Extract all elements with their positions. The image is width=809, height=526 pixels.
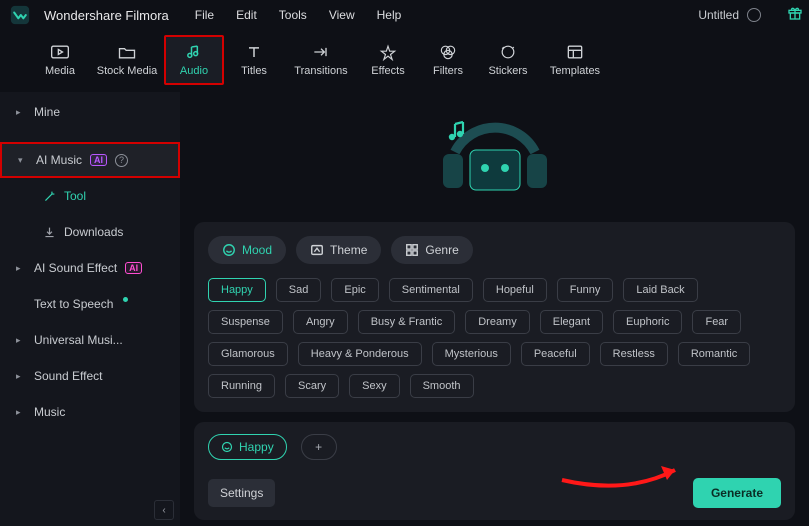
ai-badge-icon: AI (125, 262, 142, 274)
menu-view[interactable]: View (329, 8, 355, 22)
main-toolbar: Media Stock Media Audio Titles Transitio… (0, 30, 809, 92)
mood-chip-happy[interactable]: Happy (208, 278, 266, 302)
sidebar-item-mine[interactable]: ▸ Mine (0, 94, 180, 130)
menu-tools[interactable]: Tools (279, 8, 307, 22)
mood-chip-busy-frantic[interactable]: Busy & Frantic (358, 310, 456, 334)
chevron-right-icon: ▸ (16, 263, 26, 274)
mood-chip-sentimental[interactable]: Sentimental (389, 278, 473, 302)
selected-mood-tag[interactable]: Happy (208, 434, 287, 460)
category-tabs: Mood Theme Genre (208, 236, 781, 264)
toolbar-titles[interactable]: Titles (224, 35, 284, 85)
ai-badge-icon: AI (90, 154, 107, 166)
sidebar-item-text-to-speech[interactable]: Text to Speech (0, 286, 180, 322)
generate-panel: Happy + Settings Generate (194, 422, 795, 520)
mood-chip-epic[interactable]: Epic (331, 278, 378, 302)
toolbar-audio[interactable]: Audio (164, 35, 224, 85)
content-area: Mood Theme Genre Happy Sad Epic Sentimental… (180, 92, 809, 526)
mood-chip-smooth[interactable]: Smooth (410, 374, 474, 398)
sidebar-item-universal-music[interactable]: ▸ Universal Musi... (0, 322, 180, 358)
sidebar-item-downloads[interactable]: Downloads (0, 214, 180, 250)
tab-mood[interactable]: Mood (208, 236, 286, 264)
mood-chip-angry[interactable]: Angry (293, 310, 348, 334)
toolbar-stickers[interactable]: Stickers (478, 35, 538, 85)
chevron-right-icon: ▸ (16, 407, 26, 418)
mood-chip-sexy[interactable]: Sexy (349, 374, 399, 398)
toolbar-transitions[interactable]: Transitions (284, 35, 358, 85)
wand-icon (42, 189, 56, 203)
sidebar-item-ai-music[interactable]: ▾ AI Music AI ? (0, 142, 180, 178)
mood-chip-suspense[interactable]: Suspense (208, 310, 283, 334)
mood-chip-fear[interactable]: Fear (692, 310, 741, 334)
chevron-right-icon: ▸ (16, 371, 26, 382)
mood-chip-hopeful[interactable]: Hopeful (483, 278, 547, 302)
mood-chip-laid-back[interactable]: Laid Back (623, 278, 697, 302)
sidebar-item-tool[interactable]: Tool (0, 178, 180, 214)
mood-chip-romantic[interactable]: Romantic (678, 342, 750, 366)
toolbar-templates[interactable]: Templates (538, 35, 612, 85)
mood-chip-heavy-ponderous[interactable]: Heavy & Ponderous (298, 342, 422, 366)
download-icon (42, 225, 56, 239)
hero-illustration (180, 92, 809, 222)
sidebar: ▸ Mine ▾ AI Music AI ? Tool Downloads ▸ … (0, 92, 180, 526)
menu-file[interactable]: File (195, 8, 214, 22)
gift-icon[interactable] (787, 5, 803, 26)
generate-button[interactable]: Generate (693, 478, 781, 508)
mood-chip-peaceful[interactable]: Peaceful (521, 342, 590, 366)
toolbar-stock-media[interactable]: Stock Media (90, 35, 164, 85)
sidebar-item-music[interactable]: ▸ Music (0, 394, 180, 430)
mood-chip-funny[interactable]: Funny (557, 278, 614, 302)
toolbar-effects[interactable]: Effects (358, 35, 418, 85)
title-bar: Wondershare Filmora File Edit Tools View… (0, 0, 809, 30)
toolbar-filters[interactable]: Filters (418, 35, 478, 85)
help-icon[interactable]: ? (115, 154, 128, 167)
mood-chip-glamorous[interactable]: Glamorous (208, 342, 288, 366)
tab-theme[interactable]: Theme (296, 236, 381, 264)
tab-genre[interactable]: Genre (391, 236, 472, 264)
mood-chip-euphoric[interactable]: Euphoric (613, 310, 682, 334)
mood-chip-sad[interactable]: Sad (276, 278, 322, 302)
menu-edit[interactable]: Edit (236, 8, 257, 22)
mood-panel: Mood Theme Genre Happy Sad Epic Sentimental… (194, 222, 795, 412)
chevron-right-icon: ▸ (16, 335, 26, 346)
mood-chip-scary[interactable]: Scary (285, 374, 339, 398)
chevron-right-icon: ▸ (16, 107, 26, 118)
sidebar-item-ai-sound-effect[interactable]: ▸ AI Sound Effect AI (0, 250, 180, 286)
menu-bar: File Edit Tools View Help (195, 8, 402, 22)
logo-icon (10, 5, 30, 25)
app-name-label: Wondershare Filmora (44, 8, 169, 23)
sidebar-item-sound-effect[interactable]: ▸ Sound Effect (0, 358, 180, 394)
toolbar-media[interactable]: Media (30, 35, 90, 85)
cloud-sync-icon[interactable] (747, 8, 761, 22)
mood-chip-restless[interactable]: Restless (600, 342, 668, 366)
mood-chip-elegant[interactable]: Elegant (540, 310, 603, 334)
sidebar-collapse-button[interactable]: ‹ (154, 500, 174, 520)
chevron-down-icon: ▾ (18, 155, 28, 166)
mood-chips: Happy Sad Epic Sentimental Hopeful Funny Laid … (208, 278, 781, 398)
new-dot-icon (123, 297, 128, 302)
mood-chip-mysterious[interactable]: Mysterious (432, 342, 511, 366)
app-logo: Wondershare Filmora (10, 5, 169, 25)
project-title[interactable]: Untitled (698, 8, 739, 22)
settings-button[interactable]: Settings (208, 479, 275, 507)
add-tag-button[interactable]: + (301, 434, 337, 460)
mood-chip-dreamy[interactable]: Dreamy (465, 310, 530, 334)
menu-help[interactable]: Help (377, 8, 402, 22)
mood-chip-running[interactable]: Running (208, 374, 275, 398)
